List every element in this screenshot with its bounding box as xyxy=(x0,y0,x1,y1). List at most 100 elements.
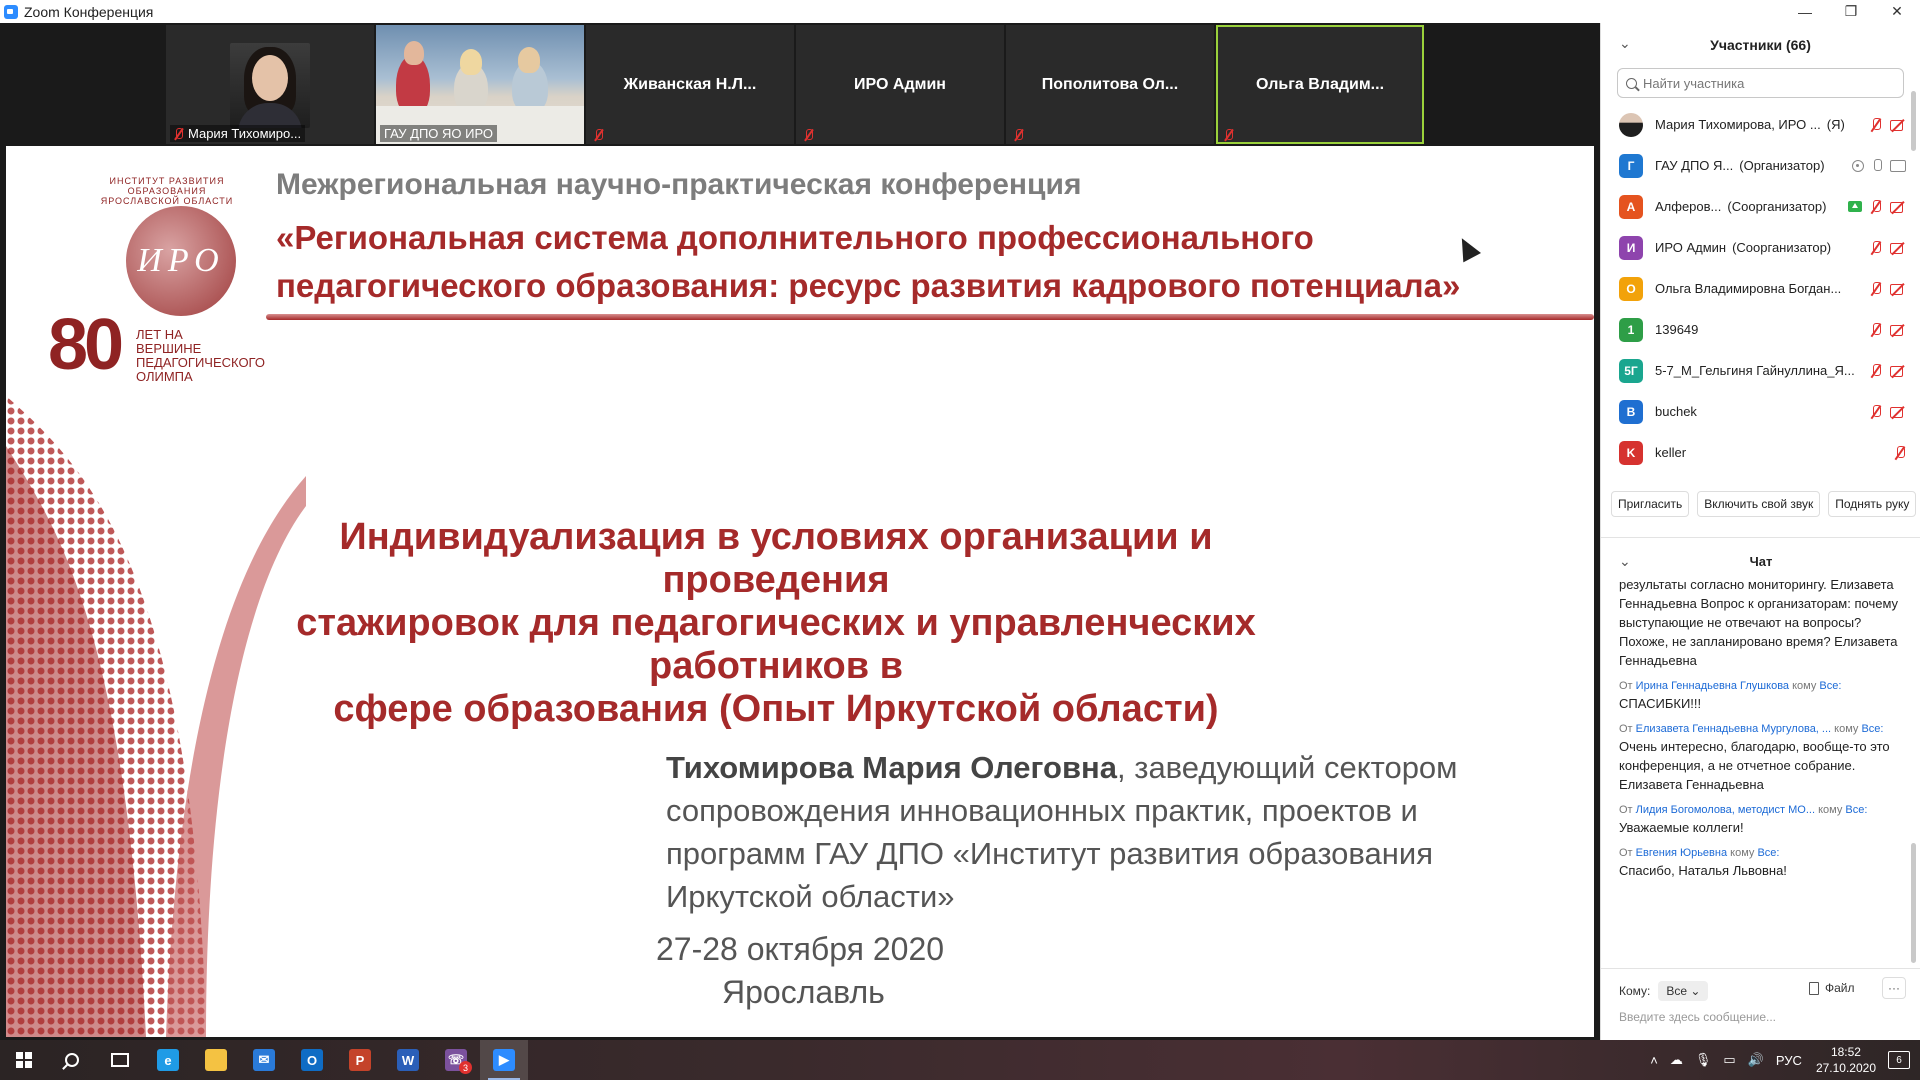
system-tray: ˄ ☁ 🎙 ▭ 🔊 РУС 18:52 27.10.2020 6 xyxy=(1644,1040,1920,1080)
video-tile[interactable]: ГАУ ДПО ЯО ИРО xyxy=(376,25,584,144)
taskbar-word[interactable]: W xyxy=(384,1040,432,1080)
chat-message: От Евгения Юрьевна кому Все: Спасибо, Нат… xyxy=(1619,845,1899,880)
cam-off-icon xyxy=(1890,283,1906,295)
participant-name: 139649 xyxy=(1655,322,1699,337)
language-indicator[interactable]: РУС xyxy=(1776,1053,1802,1068)
cam-off-icon xyxy=(1890,242,1906,254)
to-word: кому xyxy=(1792,680,1817,692)
video-tile[interactable]: Живанская Н.Л... xyxy=(586,25,794,144)
video-tile[interactable]: ИРО Админ xyxy=(796,25,1004,144)
participant-row[interactable]: Bbuchek xyxy=(1601,391,1920,432)
zoom-icon: ▶ xyxy=(493,1049,515,1071)
participants-scrollbar[interactable] xyxy=(1911,91,1916,151)
network-icon[interactable]: ▭ xyxy=(1723,1052,1735,1068)
invite-button[interactable]: Пригласить xyxy=(1611,491,1690,517)
onedrive-icon[interactable]: ☁ xyxy=(1670,1052,1683,1068)
avatar: 1 xyxy=(1619,317,1643,342)
chat-message-meta: От Евгения Юрьевна кому Все: xyxy=(1619,845,1899,861)
from-prefix: От xyxy=(1619,680,1633,692)
participant-role: (Соорганизатор) xyxy=(1732,240,1832,255)
mic-off-icon xyxy=(804,129,814,141)
close-button[interactable]: ✕ xyxy=(1874,0,1920,23)
shared-screen-slide: ИНСТИТУТ РАЗВИТИЯ ОБРАЗОВАНИЯ ЯРОСЛАВСКО… xyxy=(6,146,1594,1037)
notifications-icon[interactable]: 6 xyxy=(1888,1051,1910,1069)
unmute-button[interactable]: Включить свой звук xyxy=(1697,491,1821,517)
mic-off-icon xyxy=(1224,129,1234,141)
cam-on-icon xyxy=(1890,159,1906,172)
tile-label xyxy=(1220,128,1238,142)
taskbar-edge[interactable]: e xyxy=(144,1040,192,1080)
author-line: Иркутской области» xyxy=(666,879,955,914)
volume-icon[interactable]: 🔊 xyxy=(1748,1052,1764,1068)
participant-row[interactable]: 1 139649 xyxy=(1601,309,1920,350)
raise-hand-button[interactable]: Поднять руку xyxy=(1828,491,1917,517)
collapse-chevron-icon[interactable]: ⌄ xyxy=(1619,35,1631,52)
logo-letters: ИРО xyxy=(126,206,236,316)
chat-message-text: Спасибо, Наталья Львовна! xyxy=(1619,863,1787,878)
cam-off-icon xyxy=(1890,119,1906,131)
participant-row[interactable]: Kkeller xyxy=(1601,432,1920,473)
cam-off-icon xyxy=(1890,324,1906,336)
taskbar-viber[interactable]: ☏ 3 xyxy=(432,1040,480,1080)
participant-status-icons xyxy=(1870,104,1906,145)
taskbar-task-view[interactable] xyxy=(96,1040,144,1080)
participant-row[interactable]: Мария Тихомирова, ИРО ... (Я) xyxy=(1601,104,1920,145)
powerpoint-icon: P xyxy=(349,1049,371,1071)
taskbar-mail[interactable]: ✉ xyxy=(240,1040,288,1080)
restore-button[interactable]: ❐ xyxy=(1828,0,1874,23)
file-button[interactable]: Файл xyxy=(1809,981,1855,995)
participant-name: ГАУ ДПО Я... xyxy=(1655,158,1734,173)
tile-label xyxy=(1010,128,1028,142)
chat-recipient-name: Все: xyxy=(1861,723,1884,735)
chat-sender[interactable]: Ирина Геннадьевна Глушкова xyxy=(1636,680,1789,692)
taskbar-powerpoint[interactable]: P xyxy=(336,1040,384,1080)
mic-off-icon xyxy=(1870,199,1882,214)
participant-status-icons xyxy=(1852,145,1906,186)
word-icon: W xyxy=(397,1049,419,1071)
mic-on-icon xyxy=(1872,158,1882,173)
chat-more-button[interactable]: ··· xyxy=(1882,977,1906,999)
slide-conference-title: «Региональная система дополнительного пр… xyxy=(276,214,1460,310)
video-tile-active-speaker[interactable]: Ольга Владим... xyxy=(1216,25,1424,144)
chat-sender[interactable]: Лидия Богомолова, методист МО... xyxy=(1636,804,1815,816)
collapse-chevron-icon[interactable]: ⌄ xyxy=(1619,553,1631,570)
participant-name: 5-7_М_Гельгиня Гайнуллина_Я... xyxy=(1655,363,1855,378)
video-tile[interactable]: Пополитова Ол... xyxy=(1006,25,1214,144)
participant-row[interactable]: И ИРО Админ (Соорганизатор) xyxy=(1601,227,1920,268)
microphone-icon[interactable]: 🎙 xyxy=(1695,1052,1712,1068)
taskbar-search[interactable] xyxy=(48,1040,96,1080)
video-strip: Мария Тихомиро... ГАУ ДПО ЯО ИРО Живанск… xyxy=(166,25,1644,144)
from-prefix: От xyxy=(1619,847,1633,859)
panel-divider xyxy=(1601,537,1920,538)
taskbar-zoom[interactable]: ▶ xyxy=(480,1040,528,1080)
window-titlebar: Zoom Конференция — ❐ ✕ xyxy=(0,0,1920,23)
rec-icon xyxy=(1852,159,1864,172)
participant-row[interactable]: Г ГАУ ДПО Я... (Организатор) xyxy=(1601,145,1920,186)
from-prefix: От xyxy=(1619,804,1633,816)
taskbar-explorer[interactable] xyxy=(192,1040,240,1080)
chat-messages: результаты согласно мониторингу. Елизаве… xyxy=(1619,575,1899,958)
mic-off-icon xyxy=(174,127,184,140)
video-tile[interactable]: Мария Тихомиро... xyxy=(166,25,374,144)
chat-sender[interactable]: Евгения Юрьевна xyxy=(1636,847,1727,859)
chat-message-text: Очень интересно, благодарю, вообще-то эт… xyxy=(1619,739,1890,792)
chat-scrollbar[interactable] xyxy=(1911,843,1916,963)
clock[interactable]: 18:52 27.10.2020 xyxy=(1816,1044,1876,1076)
avatar xyxy=(1619,112,1643,137)
chevron-up-icon[interactable]: ˄ xyxy=(1650,1053,1658,1068)
participant-row[interactable]: А Алферов... (Соорганизатор) xyxy=(1601,186,1920,227)
logo-number: 80 xyxy=(48,305,124,385)
cam-off-icon xyxy=(1890,365,1906,377)
chat-sender[interactable]: Елизавета Геннадьевна Мургулова, ... xyxy=(1636,723,1831,735)
recipient-select[interactable]: Все ⌄ xyxy=(1658,981,1709,1001)
participant-row[interactable]: О Ольга Владимировна Богдан... xyxy=(1601,268,1920,309)
mail-icon: ✉ xyxy=(253,1049,275,1071)
participant-row[interactable]: 5Г 5-7_М_Гельгиня Гайнуллина_Я... xyxy=(1601,350,1920,391)
taskbar-start[interactable] xyxy=(0,1040,48,1080)
chat-message-input[interactable]: Введите здесь сообщение... xyxy=(1619,1010,1776,1024)
clock-time: 18:52 xyxy=(1830,1045,1861,1059)
taskbar-outlook[interactable]: O xyxy=(288,1040,336,1080)
minimize-button[interactable]: — xyxy=(1782,0,1828,23)
participant-name: Мария Тихомирова, ИРО ... xyxy=(1655,117,1821,132)
participant-search-input[interactable]: Найти участника xyxy=(1617,68,1904,98)
